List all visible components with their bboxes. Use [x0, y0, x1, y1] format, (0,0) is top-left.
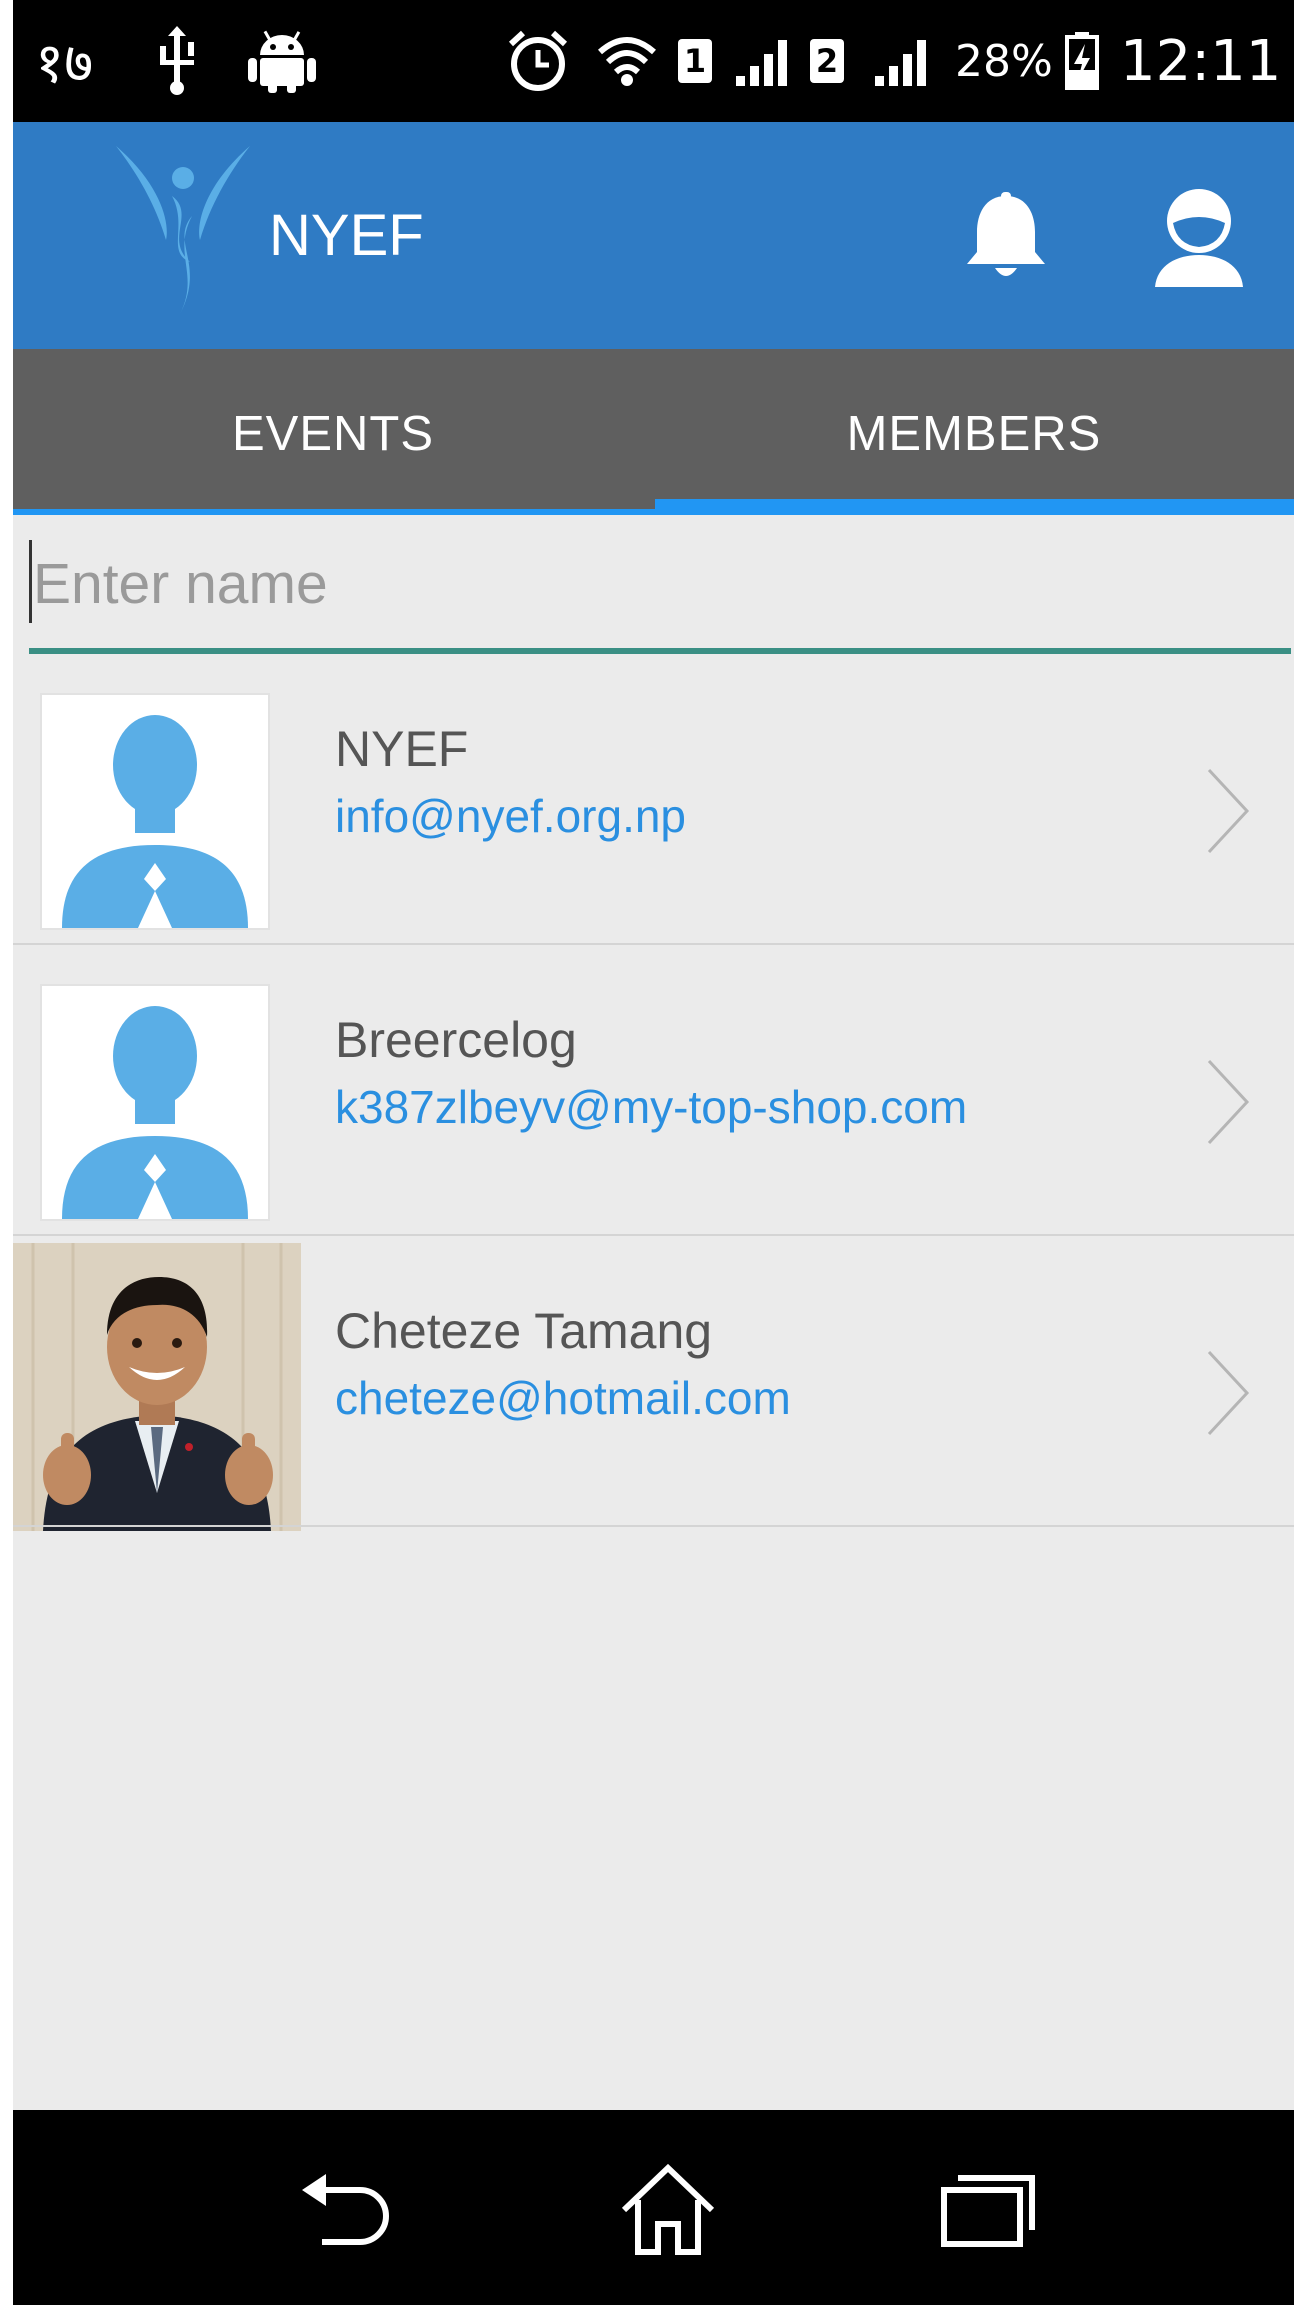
search-underline [29, 648, 1291, 654]
member-name: NYEF [335, 721, 469, 777]
member-name: Breercelog [335, 1012, 577, 1068]
row-divider [13, 1234, 1294, 1236]
search-container [29, 520, 1291, 655]
status-bar: १७ 1 2 28% 12:11 [13, 0, 1294, 122]
usb-icon [156, 0, 198, 122]
search-input[interactable] [29, 520, 1291, 648]
member-photo [13, 1243, 301, 1531]
sim1-icon: 1 [678, 0, 712, 122]
app-bar: NYEF [13, 122, 1294, 349]
sim1-label: 1 [678, 39, 712, 83]
android-debug-icon [246, 0, 318, 122]
user-icon[interactable] [1151, 187, 1247, 287]
nyef-logo-icon [108, 144, 258, 324]
recent-apps-icon[interactable] [918, 2150, 1058, 2270]
signal1-icon [736, 0, 790, 122]
sim2-icon: 2 [810, 0, 844, 122]
clock: 12:11 [1120, 28, 1282, 94]
member-email[interactable]: cheteze@hotmail.com [335, 1371, 791, 1425]
member-row[interactable]: NYEF info@nyef.org.np [13, 656, 1294, 945]
selected-tab-indicator [655, 499, 1294, 515]
status-left-text: १७ [35, 31, 94, 96]
tab-bar: EVENTS MEMBERS [13, 349, 1294, 515]
home-icon[interactable] [598, 2150, 738, 2270]
text-cursor [29, 540, 32, 623]
sim2-label: 2 [810, 39, 844, 83]
battery-charging-icon [1065, 0, 1099, 122]
battery-percent: 28% [955, 35, 1053, 87]
tab-events[interactable]: EVENTS [13, 349, 653, 515]
member-name: Cheteze Tamang [335, 1303, 713, 1359]
chevron-right-icon [1203, 766, 1253, 856]
app-screen: १७ 1 2 28% 12:11 NYEF EVENTS MEMBERS Ent… [13, 0, 1294, 2305]
signal2-icon [875, 0, 929, 122]
member-row[interactable]: Cheteze Tamang cheteze@hotmail.com [13, 1238, 1294, 1531]
system-nav-bar [13, 2110, 1294, 2305]
member-email[interactable]: k387zlbeyv@my-top-shop.com [335, 1080, 967, 1134]
tab-members[interactable]: MEMBERS [654, 349, 1294, 515]
chevron-right-icon [1203, 1348, 1253, 1438]
app-title: NYEF [269, 203, 424, 268]
back-icon[interactable] [278, 2150, 418, 2270]
bell-icon[interactable] [963, 192, 1049, 284]
chevron-right-icon [1203, 1057, 1253, 1147]
alarm-icon [507, 0, 569, 122]
row-divider [13, 1525, 1294, 1527]
default-avatar-icon [40, 693, 270, 930]
member-email[interactable]: info@nyef.org.np [335, 789, 686, 843]
row-divider [13, 943, 1294, 945]
member-row[interactable]: Breercelog k387zlbeyv@my-top-shop.com [13, 947, 1294, 1236]
default-avatar-icon [40, 984, 270, 1221]
wifi-icon [596, 0, 658, 122]
